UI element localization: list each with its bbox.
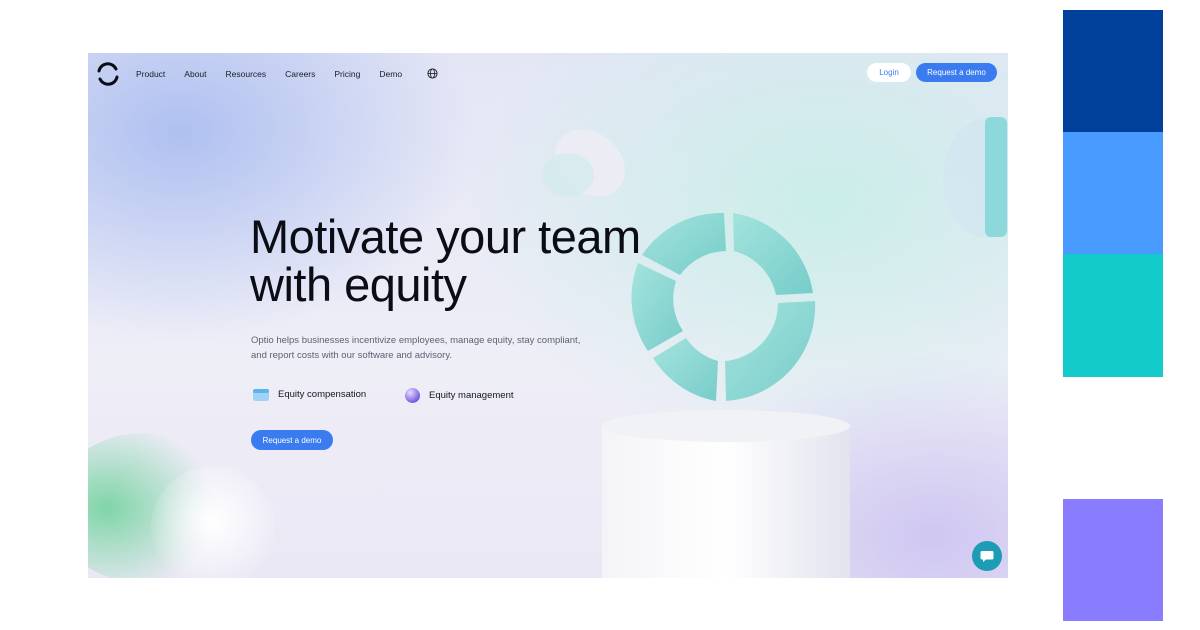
swatch-teal xyxy=(1063,254,1163,377)
login-button[interactable]: Login xyxy=(867,63,911,82)
chat-button[interactable] xyxy=(972,541,1002,571)
nav-item-careers[interactable]: Careers xyxy=(285,69,315,79)
headline-line-2: with equity xyxy=(250,258,467,311)
feature-equity-compensation[interactable]: Equity compensation xyxy=(252,387,366,402)
main-nav: Product About Resources Careers Pricing … xyxy=(136,69,421,79)
nav-item-about[interactable]: About xyxy=(184,69,206,79)
website-screenshot: Product About Resources Careers Pricing … xyxy=(88,53,1008,578)
sphere-icon xyxy=(405,388,420,403)
pedestal-graphic xyxy=(602,410,850,578)
request-demo-hero-button[interactable]: Request a demo xyxy=(251,430,333,450)
glass-shape-graphic xyxy=(943,117,1008,238)
request-demo-nav-button[interactable]: Request a demo xyxy=(916,63,997,82)
pill-sculpture-graphic xyxy=(542,129,625,197)
feature-label: Equity compensation xyxy=(278,389,367,400)
swatch-purple xyxy=(1063,499,1163,621)
globe-icon[interactable] xyxy=(427,68,438,79)
feature-equity-management[interactable]: Equity management xyxy=(404,387,514,404)
hero-headline: Motivate your team with equity xyxy=(250,213,770,309)
swatch-dark-blue xyxy=(1063,10,1163,132)
feature-label: Equity management xyxy=(429,390,514,401)
hero-subtext: Optio helps businesses incentivize emplo… xyxy=(251,335,581,361)
nav-item-pricing[interactable]: Pricing xyxy=(334,69,360,79)
swatch-blue xyxy=(1063,132,1163,254)
logo-icon[interactable] xyxy=(96,62,120,86)
nav-item-resources[interactable]: Resources xyxy=(226,69,267,79)
headline-line-1: Motivate your team xyxy=(250,210,641,263)
card-icon xyxy=(253,389,269,401)
nav-item-product[interactable]: Product xyxy=(136,69,165,79)
nav-item-demo[interactable]: Demo xyxy=(379,69,402,79)
chat-icon xyxy=(980,551,994,562)
